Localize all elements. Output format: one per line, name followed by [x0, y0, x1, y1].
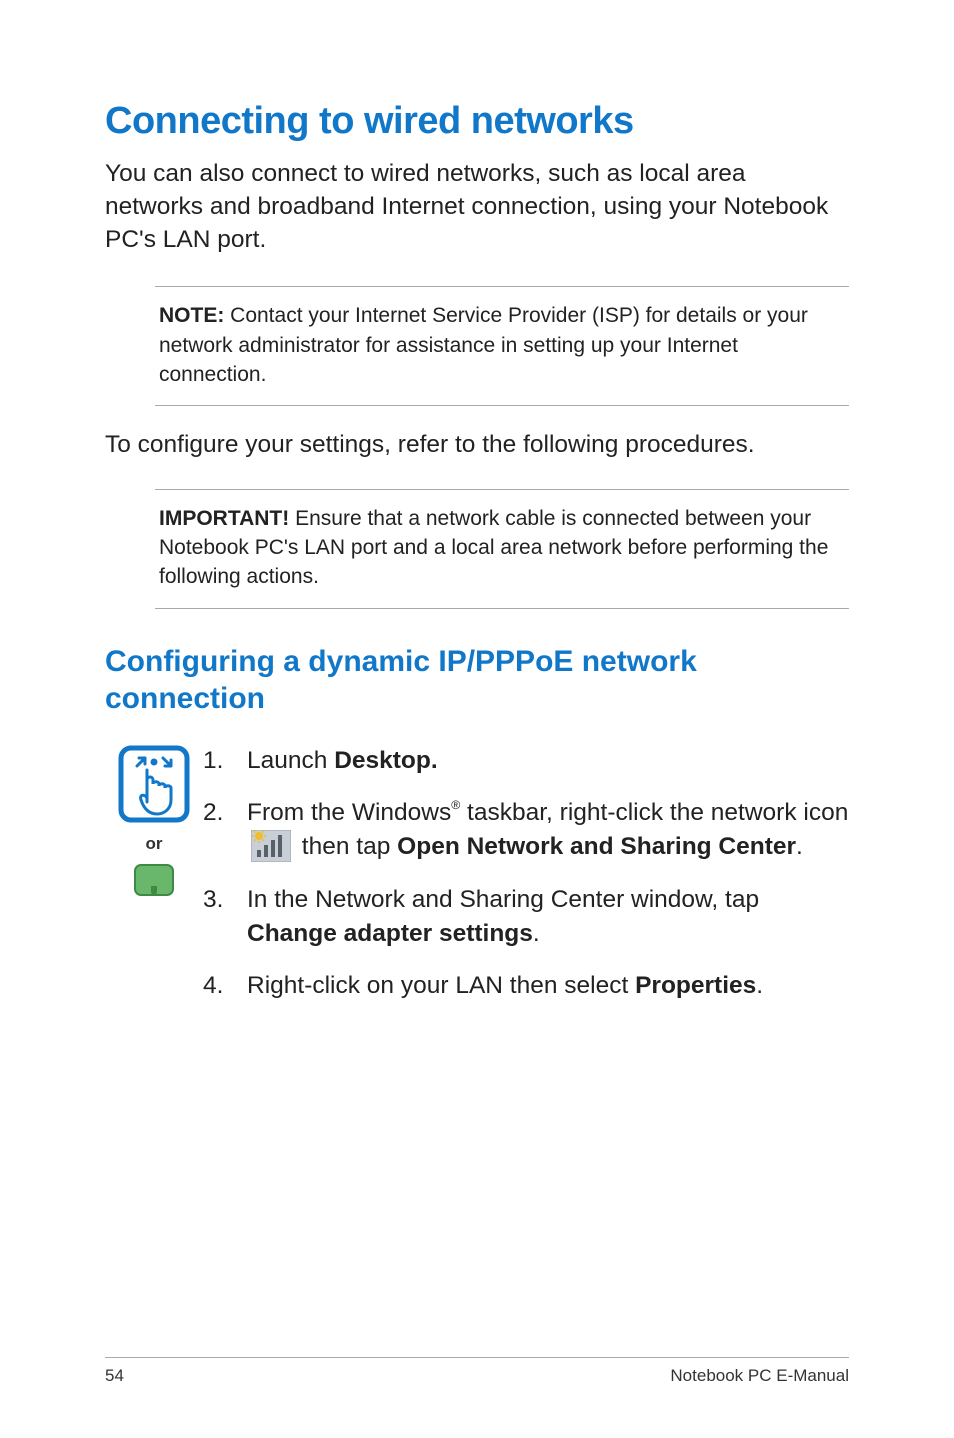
note-box: NOTE: Contact your Internet Service Prov… [155, 286, 849, 406]
step-text: then tap [295, 833, 397, 860]
step-text: . [796, 833, 803, 860]
step-number: 2. [203, 796, 247, 865]
important-box: IMPORTANT! Ensure that a network cable i… [155, 489, 849, 609]
page-title: Connecting to wired networks [105, 100, 849, 143]
step-text: Right-click on your LAN then select [247, 972, 635, 999]
page-footer: 54 Notebook PC E-Manual [105, 1357, 849, 1386]
configure-line: To configure your settings, refer to the… [105, 428, 849, 462]
input-method-icons: or [105, 744, 203, 1022]
note-text: Contact your Internet Service Provider (… [159, 304, 808, 386]
registered-mark: ® [451, 798, 460, 812]
step-body: Right-click on your LAN then select Prop… [247, 969, 849, 1003]
step-text: In the Network and Sharing Center window… [247, 886, 759, 913]
step-2: 2. From the Windows® taskbar, right-clic… [203, 796, 849, 865]
page-content: Connecting to wired networks You can als… [0, 0, 954, 1022]
note-label: NOTE: [159, 304, 224, 327]
step-4: 4. Right-click on your LAN then select P… [203, 969, 849, 1003]
touchpad-icon [134, 864, 174, 896]
step-body: Launch Desktop. [247, 744, 849, 778]
footer-title: Notebook PC E-Manual [670, 1366, 849, 1386]
step-body: From the Windows® taskbar, right-click t… [247, 796, 849, 865]
step-text: Launch [247, 747, 334, 774]
step-text: taskbar, right-click the network icon [460, 799, 848, 826]
step-1: 1. Launch Desktop. [203, 744, 849, 778]
step-text: . [533, 920, 540, 947]
step-body: In the Network and Sharing Center window… [247, 883, 849, 952]
step-number: 1. [203, 744, 247, 778]
step-number: 4. [203, 969, 247, 1003]
step-bold: Desktop. [334, 747, 437, 774]
section-heading: Configuring a dynamic IP/PPPoE network c… [105, 643, 849, 718]
or-label: or [105, 834, 203, 854]
step-text: . [756, 972, 763, 999]
step-text: From the Windows [247, 799, 451, 826]
important-label: IMPORTANT! [159, 507, 289, 530]
touch-gesture-icon [117, 744, 191, 824]
intro-paragraph: You can also connect to wired networks, … [105, 157, 849, 256]
step-number: 3. [203, 883, 247, 952]
network-tray-icon [251, 830, 291, 862]
step-bold: Properties [635, 972, 756, 999]
steps-list: 1. Launch Desktop. 2. From the Windows® … [203, 744, 849, 1022]
procedure-block: or 1. Launch Desktop. 2. From the Window… [105, 744, 849, 1022]
step-3: 3. In the Network and Sharing Center win… [203, 883, 849, 952]
page-number: 54 [105, 1366, 124, 1386]
step-bold: Open Network and Sharing Center [397, 833, 796, 860]
step-bold: Change adapter settings [247, 920, 533, 947]
